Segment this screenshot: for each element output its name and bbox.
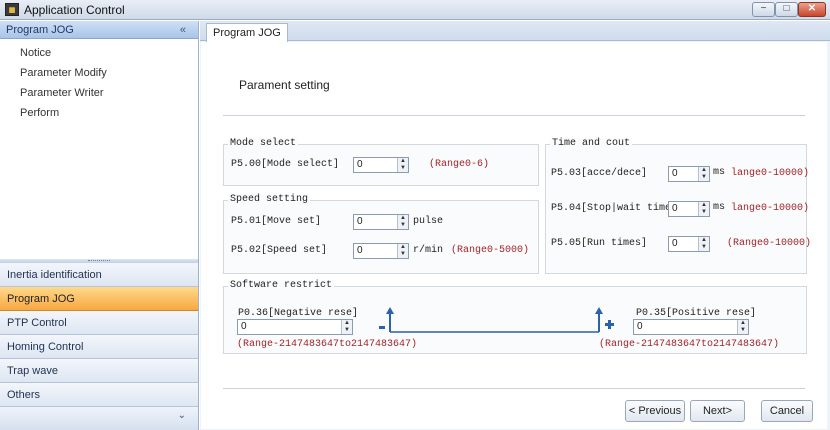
positive-limit-spinbox[interactable]: 0 ▲ ▼ xyxy=(633,319,749,335)
spin-arrows-icon[interactable]: ▲ ▼ xyxy=(698,237,709,251)
category-ptp-control[interactable]: PTP Control xyxy=(0,311,198,335)
stop-wait-range: lange0-10000) xyxy=(731,203,810,214)
run-times-range: (Range0-10000) xyxy=(727,238,812,249)
speed-set-spinbox[interactable]: 0 ▲ ▼ xyxy=(353,243,409,259)
move-set-unit: pulse xyxy=(413,216,444,227)
negative-limit-range: (Range-2147483647to2147483647) xyxy=(237,339,418,350)
minimize-button[interactable]: − xyxy=(752,2,775,17)
spin-arrows-icon[interactable]: ▲ ▼ xyxy=(737,320,748,334)
mode-select-value[interactable]: 0 xyxy=(357,159,363,170)
tab-strip: Program JOG xyxy=(200,21,830,42)
speed-set-value[interactable]: 0 xyxy=(357,245,363,256)
tab-program-jog[interactable]: Program JOG xyxy=(206,23,288,42)
run-times-label: P5.05[Run times] xyxy=(551,238,648,249)
spin-arrows-icon[interactable]: ▲ ▼ xyxy=(698,202,709,216)
sidebar-footer: ⌄ xyxy=(0,407,198,430)
window-title: Application Control xyxy=(24,3,125,17)
acce-dece-label: P5.03[acce/dece] xyxy=(551,168,648,179)
positive-limit-value[interactable]: 0 xyxy=(637,321,643,332)
app-logo-icon: ▦ xyxy=(5,3,19,16)
acce-dece-range: lange0-10000) xyxy=(731,168,810,179)
software-restrict-title: Software restrict xyxy=(228,280,335,291)
speed-setting-group xyxy=(223,200,539,274)
maximize-button[interactable]: □ xyxy=(775,2,798,17)
move-set-spinbox[interactable]: 0 ▲ ▼ xyxy=(353,214,409,230)
sidebar: Program JOG « Notice Parameter Modify Pa… xyxy=(0,21,199,430)
page-title: Parament setting xyxy=(239,78,330,92)
run-times-spinbox[interactable]: 0 ▲ ▼ xyxy=(668,236,710,252)
splitter-grip-icon xyxy=(88,260,110,261)
title-bar: ▦ Application Control − □ ✕ xyxy=(0,0,830,20)
positive-limit-range: (Range-2147483647to2147483647) xyxy=(599,339,780,350)
divider xyxy=(223,115,805,116)
travel-limit-diagram xyxy=(379,307,614,333)
sidebar-item-parameter-writer[interactable]: Parameter Writer xyxy=(0,83,198,103)
run-times-value[interactable]: 0 xyxy=(672,238,678,249)
speed-setting-title: Speed setting xyxy=(228,194,311,205)
stop-wait-spinbox[interactable]: 0 ▲ ▼ xyxy=(668,201,710,217)
positive-plus-icon xyxy=(605,320,614,329)
next-button[interactable]: Next> xyxy=(690,400,745,422)
chevron-down-icon[interactable]: ⌄ xyxy=(178,410,186,421)
previous-button[interactable]: < Previous xyxy=(625,400,685,422)
category-homing-control[interactable]: Homing Control xyxy=(0,335,198,359)
mode-select-spinbox[interactable]: 0 ▲ ▼ xyxy=(353,157,409,173)
mode-select-title: Mode select xyxy=(228,138,299,149)
sidebar-item-perform[interactable]: Perform xyxy=(0,103,198,123)
negative-minus-icon xyxy=(379,326,385,329)
category-program-jog[interactable]: Program JOG xyxy=(0,287,198,311)
sidebar-header-label: Program JOG xyxy=(6,24,74,36)
negative-limit-label: P0.36[Negative rese] xyxy=(238,308,359,319)
spin-arrows-icon[interactable]: ▲ ▼ xyxy=(397,244,408,258)
tab-content: Parament setting Mode select P5.00[Mode … xyxy=(201,42,827,429)
collapse-icon[interactable]: « xyxy=(180,21,186,39)
category-trap-wave[interactable]: Trap wave xyxy=(0,359,198,383)
acce-dece-spinbox[interactable]: 0 ▲ ▼ xyxy=(668,166,710,182)
positive-limit-arrow-icon xyxy=(595,307,603,332)
acce-dece-value[interactable]: 0 xyxy=(672,168,678,179)
time-cout-title: Time and cout xyxy=(550,138,633,149)
sidebar-item-list: Notice Parameter Modify Parameter Writer… xyxy=(0,39,198,123)
sidebar-header[interactable]: Program JOG « xyxy=(0,21,198,39)
mode-select-range: (Range0-6) xyxy=(429,159,490,170)
category-others[interactable]: Others xyxy=(0,383,198,407)
stop-wait-value[interactable]: 0 xyxy=(672,203,678,214)
sidebar-item-parameter-modify[interactable]: Parameter Modify xyxy=(0,63,198,83)
move-set-label: P5.01[Move set] xyxy=(231,216,322,227)
speed-set-unit: r/min xyxy=(413,245,444,256)
negative-limit-spinbox[interactable]: 0 ▲ ▼ xyxy=(237,319,353,335)
spin-arrows-icon[interactable]: ▲ ▼ xyxy=(397,215,408,229)
acce-dece-unit: ms xyxy=(713,167,726,178)
spin-arrows-icon[interactable]: ▲ ▼ xyxy=(397,158,408,172)
positive-limit-label: P0.35[Positive rese] xyxy=(636,308,757,319)
sidebar-item-notice[interactable]: Notice xyxy=(0,43,198,63)
mode-select-label: P5.00[Mode select] xyxy=(231,159,340,170)
main-panel: Program JOG Parament setting Mode select… xyxy=(200,21,830,430)
spin-arrows-icon[interactable]: ▲ ▼ xyxy=(341,320,352,334)
move-set-value[interactable]: 0 xyxy=(357,216,363,227)
divider xyxy=(223,388,805,389)
speed-set-label: P5.02[Speed set] xyxy=(231,245,328,256)
stop-wait-label: P5.04[Stop|wait time] xyxy=(551,203,678,214)
negative-limit-value[interactable]: 0 xyxy=(241,321,247,332)
speed-set-range: (Range0-5000) xyxy=(451,245,530,256)
stop-wait-unit: ms xyxy=(713,202,726,213)
negative-limit-arrow-icon xyxy=(386,307,394,332)
category-inertia-identification[interactable]: Inertia identification xyxy=(0,263,198,287)
cancel-button[interactable]: Cancel xyxy=(761,400,813,422)
spin-arrows-icon[interactable]: ▲ ▼ xyxy=(698,167,709,181)
close-button[interactable]: ✕ xyxy=(798,2,826,17)
